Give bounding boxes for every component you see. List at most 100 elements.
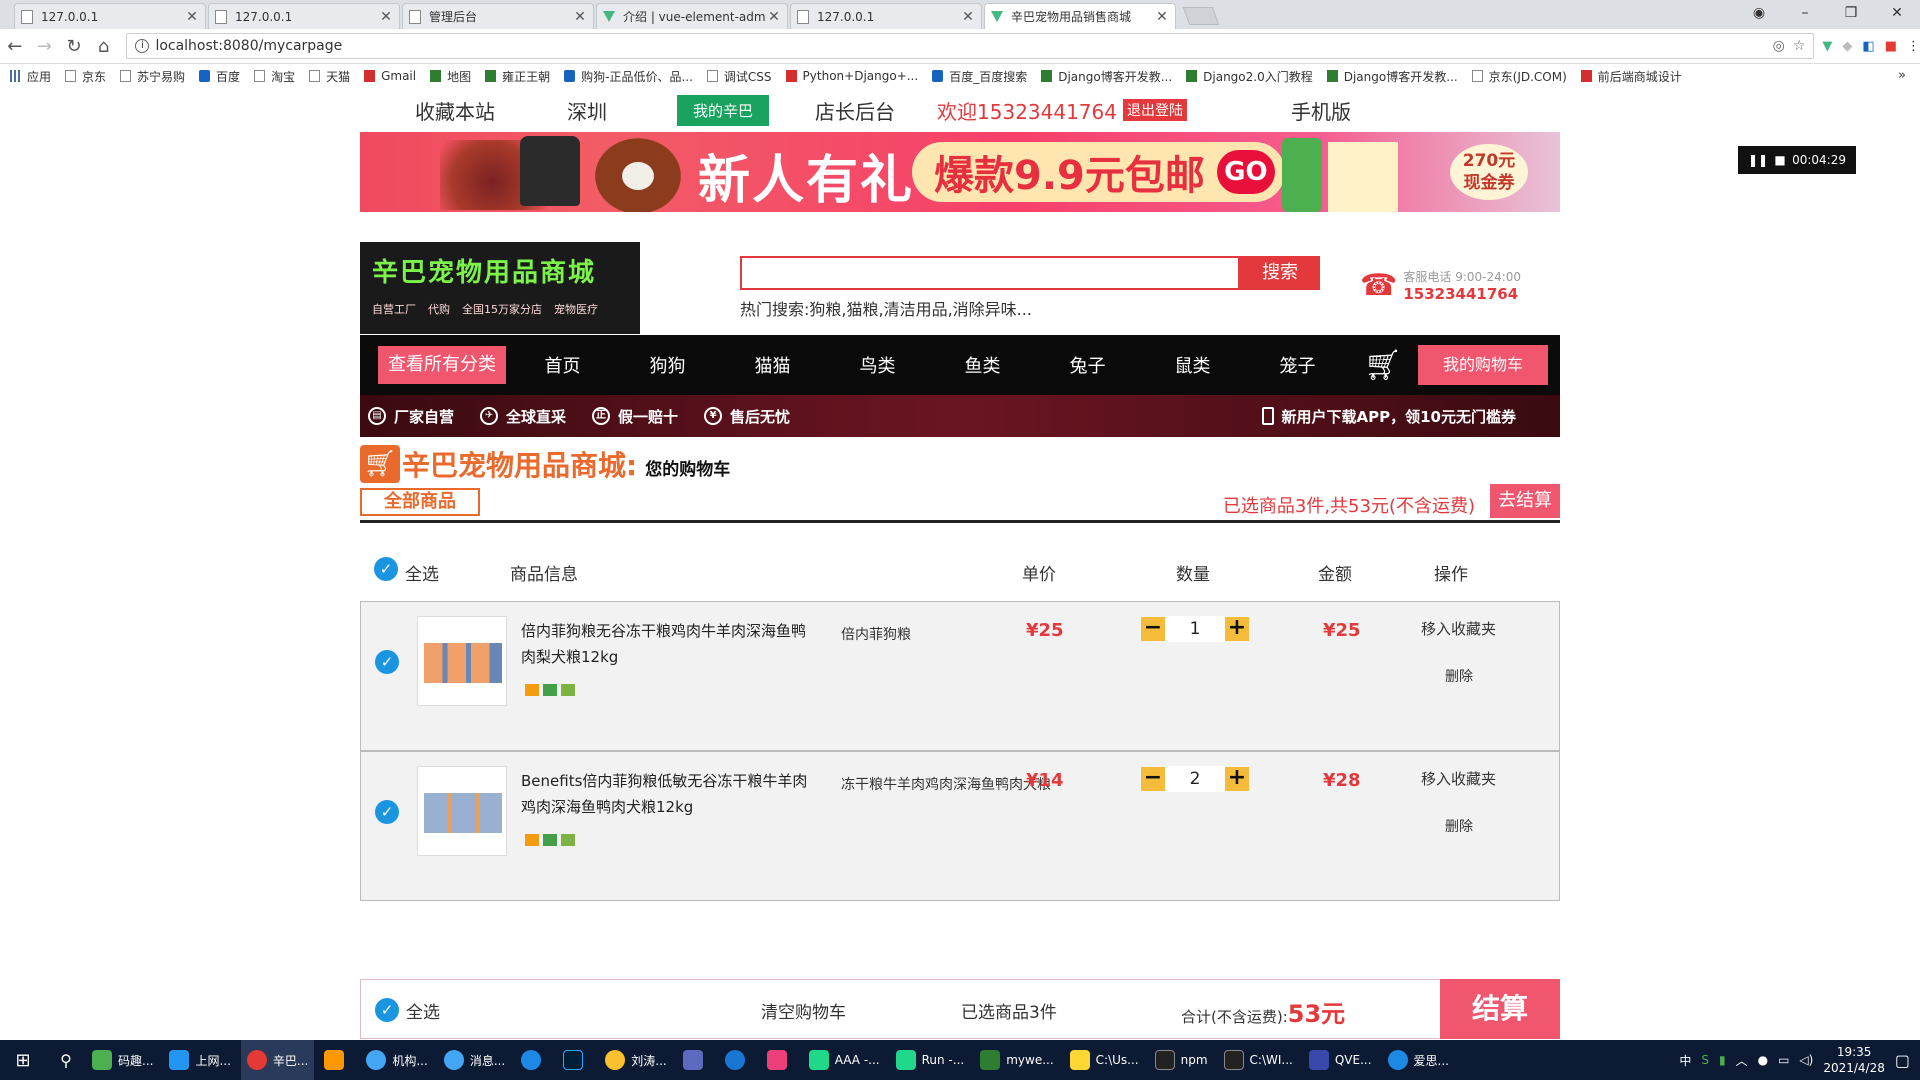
reload-icon[interactable]: ↻	[59, 36, 89, 57]
cart-icon[interactable]: 🛒︎	[1358, 348, 1408, 383]
new-tab-button[interactable]	[1182, 7, 1220, 25]
bookmark-item[interactable]: 天猫	[309, 68, 350, 85]
clear-cart-link[interactable]: 清空购物车	[761, 998, 846, 1023]
delete-link[interactable]: 删除	[1445, 816, 1473, 836]
search-icon[interactable]: ⚲	[46, 1051, 86, 1070]
close-icon[interactable]: ✕	[185, 9, 199, 25]
select-all-label[interactable]: 全选	[405, 560, 439, 585]
forward-icon[interactable]: →	[30, 36, 60, 57]
browser-tab[interactable]: 127.0.0.1 ✕	[208, 3, 400, 29]
decrease-button[interactable]: −	[1141, 767, 1165, 791]
extension-icon[interactable]: ◆	[1842, 39, 1852, 54]
select-all-checkbox[interactable]: ✓	[375, 998, 399, 1022]
battery-icon[interactable]: ▮	[1719, 1053, 1726, 1067]
extension-icon[interactable]: ◧	[1862, 39, 1874, 54]
all-goods-tab[interactable]: 全部商品	[360, 488, 480, 516]
close-icon[interactable]: ✕	[379, 9, 393, 25]
delete-link[interactable]: 删除	[1445, 666, 1473, 686]
all-categories-button[interactable]: 查看所有分类	[378, 346, 506, 384]
more-bookmarks-icon[interactable]: »	[1898, 68, 1906, 83]
ime-icon[interactable]: 中	[1679, 1052, 1691, 1069]
back-icon[interactable]: ←	[0, 36, 30, 57]
close-icon[interactable]: ✕	[573, 9, 587, 25]
profile-icon[interactable]: ◉	[1736, 0, 1782, 26]
clock[interactable]: 19:35 2021/4/28	[1823, 1044, 1885, 1076]
logout-button[interactable]: 退出登陆	[1123, 99, 1187, 121]
minimize-icon[interactable]: –	[1782, 0, 1828, 26]
select-all-label[interactable]: 全选	[406, 998, 440, 1023]
bookmark-item[interactable]: 调试CSS	[706, 68, 772, 85]
taskbar-app[interactable]	[677, 1040, 715, 1080]
bookmark-item[interactable]: 应用	[10, 68, 51, 85]
my-account-button[interactable]: 我的辛巴	[677, 94, 770, 126]
go-button[interactable]: GO	[1216, 150, 1275, 194]
close-icon[interactable]: ✕	[767, 9, 781, 25]
bookmark-item[interactable]: Django2.0入门教程	[1186, 68, 1313, 85]
taskbar-app[interactable]: 上网...	[163, 1040, 236, 1080]
bookmark-item[interactable]: 淘宝	[254, 68, 295, 85]
taskbar-app[interactable]: QVE...	[1303, 1040, 1378, 1080]
windows-start-icon[interactable]: ⊞	[0, 1050, 46, 1071]
mic-icon[interactable]: ●	[1758, 1053, 1768, 1067]
taskbar-app[interactable]	[761, 1040, 799, 1080]
bookmark-item[interactable]: 地图	[430, 68, 471, 85]
bookmark-item[interactable]: 百度_百度搜索	[932, 68, 1027, 85]
bookmark-item[interactable]: Gmail	[364, 69, 416, 83]
go-settle-button[interactable]: 去结算	[1490, 484, 1560, 518]
favorite-link[interactable]: 收藏本站	[415, 96, 495, 125]
close-icon[interactable]: ✕	[1155, 9, 1169, 25]
taskbar-app[interactable]	[557, 1040, 595, 1080]
increase-button[interactable]: +	[1225, 767, 1249, 791]
bookmark-item[interactable]: Django博客开发教...	[1041, 68, 1172, 85]
bookmark-item[interactable]: 前后端商城设计	[1580, 68, 1682, 85]
home-icon[interactable]: ⌂	[89, 36, 119, 57]
taskbar-app[interactable]: 辛巴...	[240, 1040, 315, 1080]
bookmark-item[interactable]: 百度	[199, 68, 240, 85]
vue-devtools-icon[interactable]: ▼	[1822, 39, 1832, 54]
notification-icon[interactable]: ▢	[1895, 1051, 1910, 1070]
category-item[interactable]: 狗狗	[615, 352, 720, 378]
taskbar-app[interactable]: 爱思...	[1382, 1040, 1455, 1080]
bookmark-item[interactable]: 苏宁易购	[120, 68, 185, 85]
browser-tab[interactable]: 127.0.0.1 ✕	[14, 3, 206, 29]
taskbar-app[interactable]	[719, 1040, 757, 1080]
category-item[interactable]: 猫猫	[720, 352, 825, 378]
network-icon[interactable]: ▭	[1778, 1053, 1789, 1067]
product-name[interactable]: 倍内菲狗粮无谷冻干粮鸡肉牛羊肉深海鱼鸭肉梨犬粮12kg	[521, 618, 811, 670]
city-link[interactable]: 深圳	[567, 96, 607, 125]
menu-icon[interactable]: ⋮	[1907, 39, 1920, 54]
address-bar[interactable]: i localhost:8080/mycarpage ◎ ☆	[126, 33, 1815, 59]
category-item[interactable]: 首页	[510, 352, 615, 378]
chevron-up-icon[interactable]: ︿	[1736, 1052, 1748, 1069]
taskbar-app[interactable]	[515, 1040, 553, 1080]
category-item[interactable]: 鼠类	[1140, 352, 1245, 378]
bookmark-item[interactable]: Python+Django+...	[785, 69, 918, 83]
bookmark-item[interactable]: 雍正王朝	[485, 68, 550, 85]
item-checkbox[interactable]: ✓	[375, 650, 399, 674]
stop-icon[interactable]: ■	[1774, 153, 1785, 167]
close-window-icon[interactable]: ✕	[1874, 0, 1920, 26]
item-checkbox[interactable]: ✓	[375, 800, 399, 824]
increase-button[interactable]: +	[1225, 617, 1249, 641]
browser-tab[interactable]: 管理后台 ✕	[402, 3, 594, 29]
browser-tab[interactable]: 介绍 | vue-element-adm ✕	[596, 3, 788, 29]
taskbar-app[interactable]: C:\Us...	[1064, 1040, 1145, 1080]
app-download[interactable]: 新用户下载APP，领10元无门槛券	[1261, 406, 1516, 427]
taskbar-app[interactable]: Run -...	[890, 1040, 971, 1080]
move-to-favorites-link[interactable]: 移入收藏夹	[1421, 618, 1496, 639]
checkout-button[interactable]: 结算	[1440, 979, 1560, 1039]
bookmark-item[interactable]: 购狗-正品低价、品...	[564, 68, 693, 85]
info-icon[interactable]: i	[135, 39, 150, 53]
category-item[interactable]: 兔子	[1035, 352, 1140, 378]
search-input[interactable]	[740, 256, 1240, 290]
extension-icon[interactable]: ■	[1885, 39, 1897, 54]
tray-icon[interactable]: S	[1701, 1053, 1709, 1067]
taskbar-app[interactable]: 刘涛...	[599, 1040, 672, 1080]
quantity-input[interactable]: 2	[1165, 766, 1225, 792]
location-icon[interactable]: ◎	[1773, 38, 1785, 54]
bookmark-item[interactable]: 京东	[65, 68, 106, 85]
pause-icon[interactable]: ❚❚	[1748, 153, 1768, 167]
bookmark-item[interactable]: 京东(JD.COM)	[1471, 68, 1567, 85]
restore-icon[interactable]: ❐	[1828, 0, 1874, 26]
my-cart-button[interactable]: 我的购物车	[1418, 345, 1548, 385]
